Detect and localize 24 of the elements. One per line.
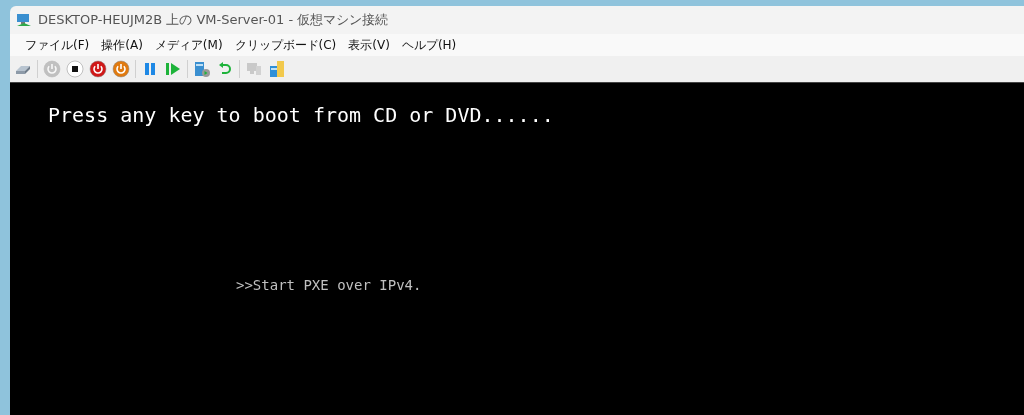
console-text: >>Start PXE over IPv4. [236, 277, 423, 293]
console-text: Press any key to boot from CD or DVD...... [48, 103, 555, 127]
stop-icon [66, 60, 84, 78]
menu-item[interactable]: メディア(M) [149, 34, 228, 56]
power-icon [43, 60, 61, 78]
pause-icon [143, 62, 157, 76]
stop-button[interactable] [65, 59, 85, 79]
menu-item[interactable]: ヘルプ(H) [396, 34, 462, 56]
building-button[interactable] [267, 59, 287, 79]
menu-item[interactable]: ファイル(F) [20, 34, 95, 56]
undo-icon [217, 61, 233, 77]
power-icon [112, 60, 130, 78]
window-title: DESKTOP-HEUJM2B 上の VM-Server-01 - 仮想マシン接続 [38, 11, 389, 29]
menu-item[interactable]: クリップボード(C) [229, 34, 342, 56]
power-button[interactable] [111, 59, 131, 79]
server-button[interactable] [192, 59, 212, 79]
play-icon [165, 62, 181, 76]
server-icon [193, 60, 211, 78]
menu-item[interactable]: 操作(A) [96, 34, 148, 56]
power-button[interactable] [88, 59, 108, 79]
vm-icon [16, 13, 32, 27]
power-icon [89, 60, 107, 78]
menu-item[interactable]: 表示(V) [343, 34, 395, 56]
building-icon [268, 60, 286, 78]
